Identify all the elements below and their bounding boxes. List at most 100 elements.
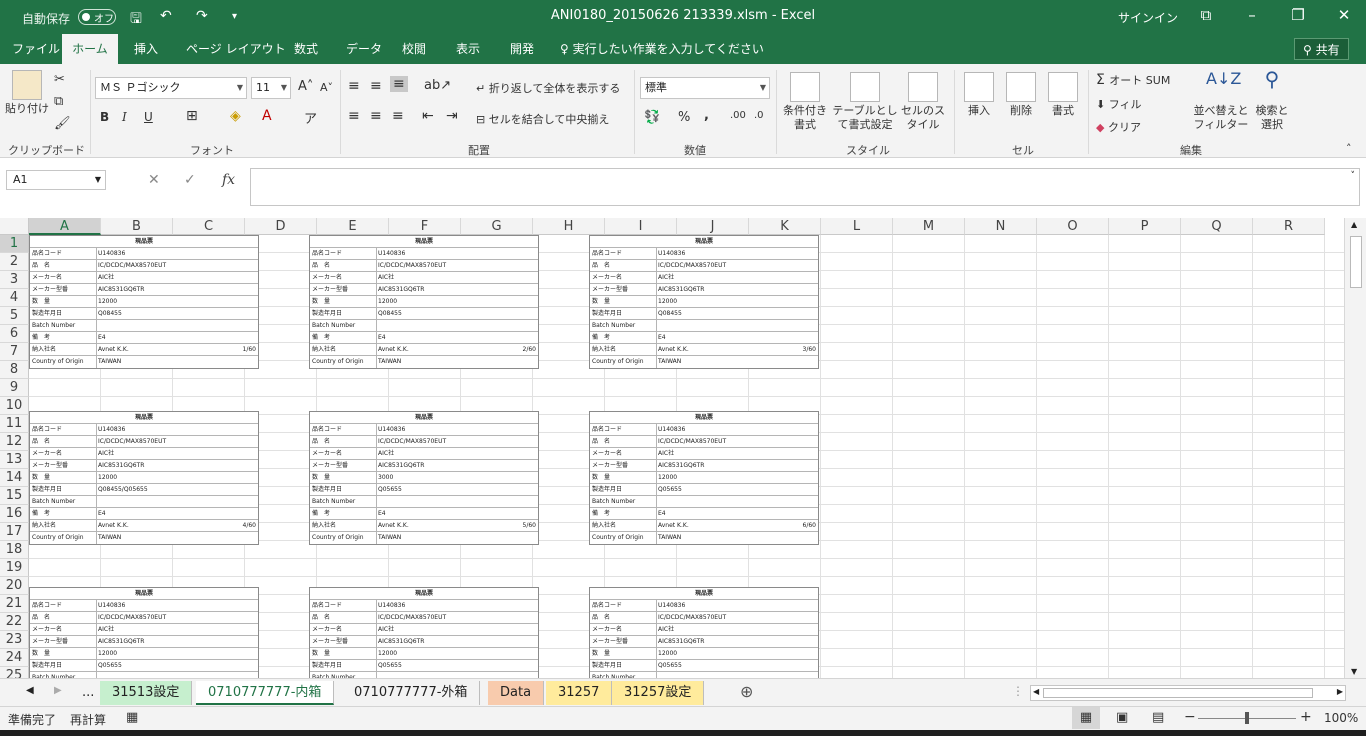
- row-header-18[interactable]: 18: [0, 541, 29, 559]
- column-header-q[interactable]: Q: [1181, 218, 1253, 235]
- zoom-level[interactable]: 100%: [1324, 711, 1358, 725]
- increase-decimal-icon[interactable]: .00: [730, 110, 746, 121]
- tab-insert[interactable]: 挿入: [124, 34, 168, 64]
- row-header-19[interactable]: 19: [0, 559, 29, 577]
- next-sheet-icon[interactable]: ▶: [54, 685, 62, 696]
- row-header-12[interactable]: 12: [0, 433, 29, 451]
- column-header-e[interactable]: E: [317, 218, 389, 235]
- prev-sheet-icon[interactable]: ◀: [26, 685, 34, 696]
- row-header-1[interactable]: 1: [0, 235, 29, 253]
- maximize-icon[interactable]: ❐: [1288, 6, 1308, 24]
- page-layout-view-icon[interactable]: ▣: [1116, 710, 1128, 725]
- column-header-h[interactable]: H: [533, 218, 605, 235]
- row-header-3[interactable]: 3: [0, 271, 29, 289]
- minimize-icon[interactable]: –: [1242, 6, 1262, 24]
- align-middle-icon[interactable]: ≡: [370, 78, 382, 94]
- tab-file[interactable]: ファイル: [2, 34, 70, 64]
- column-header-b[interactable]: B: [101, 218, 173, 235]
- tab-formulas[interactable]: 数式: [284, 34, 328, 64]
- column-header-j[interactable]: J: [677, 218, 749, 235]
- scroll-left-icon[interactable]: ◀: [1033, 687, 1039, 696]
- align-top-icon[interactable]: ≡: [348, 78, 360, 94]
- align-center-icon[interactable]: ≡: [370, 108, 382, 124]
- zoom-in-icon[interactable]: +: [1300, 709, 1312, 725]
- shrink-font-icon[interactable]: A˅: [320, 81, 333, 94]
- formula-input[interactable]: ˅: [250, 168, 1360, 206]
- tab-developer[interactable]: 開発: [500, 34, 544, 64]
- decrease-decimal-icon[interactable]: .0: [754, 110, 764, 121]
- name-box[interactable]: A1 ▼: [6, 170, 106, 190]
- paste-button[interactable]: 貼り付け: [4, 70, 50, 116]
- borders-icon[interactable]: ⊞: [186, 108, 198, 124]
- row-header-21[interactable]: 21: [0, 595, 29, 613]
- row-header-4[interactable]: 4: [0, 289, 29, 307]
- close-icon[interactable]: ✕: [1334, 6, 1354, 24]
- ribbon-display-icon[interactable]: ⧉: [1196, 6, 1216, 24]
- cut-icon[interactable]: ✂: [54, 72, 65, 87]
- copy-icon[interactable]: ⧉: [54, 94, 63, 109]
- worksheet-grid[interactable]: ABCDEFGHIJKLMNOPQR 1 2 3 4 5 6 7 8 9 10 11 12 13 14 15…: [0, 218, 1366, 678]
- bold-button[interactable]: B: [100, 110, 109, 124]
- row-header-15[interactable]: 15: [0, 487, 29, 505]
- tab-split-handle[interactable]: ⋮: [1012, 684, 1024, 698]
- format-cells-button[interactable]: 書式: [1044, 72, 1082, 118]
- column-header-g[interactable]: G: [461, 218, 533, 235]
- grow-font-icon[interactable]: A˄: [298, 79, 313, 94]
- zoom-out-icon[interactable]: −: [1184, 709, 1196, 725]
- column-header-a[interactable]: A: [29, 218, 101, 235]
- expand-formula-icon[interactable]: ˅: [1351, 171, 1356, 181]
- row-header-7[interactable]: 7: [0, 343, 29, 361]
- format-painter-icon[interactable]: 🖌: [54, 116, 71, 131]
- number-format-combo[interactable]: 標準 ▼: [640, 77, 770, 99]
- font-name-combo[interactable]: ＭＳ Ｐゴシック ▼: [95, 77, 247, 99]
- sheet-tab[interactable]: Data: [488, 681, 545, 705]
- insert-function-button[interactable]: fx: [222, 172, 235, 188]
- insert-cells-button[interactable]: 挿入: [960, 72, 998, 118]
- row-header-25[interactable]: 25: [0, 667, 29, 678]
- font-color-icon[interactable]: A: [262, 108, 272, 124]
- tab-page-layout[interactable]: ページ レイアウト: [176, 34, 296, 64]
- column-header-r[interactable]: R: [1253, 218, 1325, 235]
- tell-me-input[interactable]: ♀ 実行したい作業を入力してください: [560, 34, 764, 64]
- vertical-scrollbar[interactable]: ▲ ▼: [1344, 218, 1366, 678]
- horizontal-scrollbar[interactable]: ◀ ▶: [1030, 685, 1346, 701]
- percent-button[interactable]: %: [678, 110, 690, 125]
- column-header-p[interactable]: P: [1109, 218, 1181, 235]
- wrap-text-button[interactable]: ↵ 折り返して全体を表示する: [476, 80, 620, 96]
- accounting-format-icon[interactable]: 💱: [644, 110, 660, 125]
- sheet-tab[interactable]: 0710777777-外箱: [342, 681, 481, 705]
- row-header-6[interactable]: 6: [0, 325, 29, 343]
- comma-button[interactable]: ,: [704, 108, 709, 123]
- macro-record-icon[interactable]: ▦: [126, 710, 138, 725]
- row-header-8[interactable]: 8: [0, 361, 29, 379]
- underline-button[interactable]: U: [144, 110, 153, 124]
- fill-button[interactable]: ⬇ フィル: [1096, 96, 1142, 112]
- scroll-right-icon[interactable]: ▶: [1337, 687, 1343, 696]
- collapse-ribbon-icon[interactable]: ˄: [1346, 142, 1352, 155]
- format-as-table-button[interactable]: テーブルとして書式設定: [832, 72, 898, 132]
- column-header-c[interactable]: C: [173, 218, 245, 235]
- align-right-icon[interactable]: ≡: [392, 108, 404, 124]
- column-header-o[interactable]: O: [1037, 218, 1109, 235]
- vertical-scroll-thumb[interactable]: [1350, 236, 1362, 288]
- row-header-20[interactable]: 20: [0, 577, 29, 595]
- horizontal-scroll-thumb[interactable]: [1043, 688, 1313, 698]
- sheet-tab[interactable]: 31513設定: [100, 681, 193, 705]
- increase-indent-icon[interactable]: ⇥: [446, 108, 458, 124]
- add-sheet-icon[interactable]: ⊕: [740, 682, 753, 701]
- zoom-slider-thumb[interactable]: [1245, 712, 1249, 724]
- sort-filter-button[interactable]: A↓Z 並べ替えとフィルター: [1192, 71, 1250, 132]
- enter-icon[interactable]: ✓: [184, 172, 196, 188]
- autosum-button[interactable]: Σ オート SUM: [1096, 72, 1170, 88]
- fill-color-icon[interactable]: ◈: [230, 108, 241, 124]
- row-header-14[interactable]: 14: [0, 469, 29, 487]
- find-select-button[interactable]: ⚲ 検索と選択: [1252, 69, 1292, 132]
- row-header-16[interactable]: 16: [0, 505, 29, 523]
- column-header-n[interactable]: N: [965, 218, 1037, 235]
- column-header-l[interactable]: L: [821, 218, 893, 235]
- align-left-icon[interactable]: ≡: [348, 108, 360, 124]
- phonetic-icon[interactable]: ア: [304, 108, 317, 127]
- tab-view[interactable]: 表示: [446, 34, 490, 64]
- row-header-17[interactable]: 17: [0, 523, 29, 541]
- sheet-tab[interactable]: 31257: [546, 681, 613, 705]
